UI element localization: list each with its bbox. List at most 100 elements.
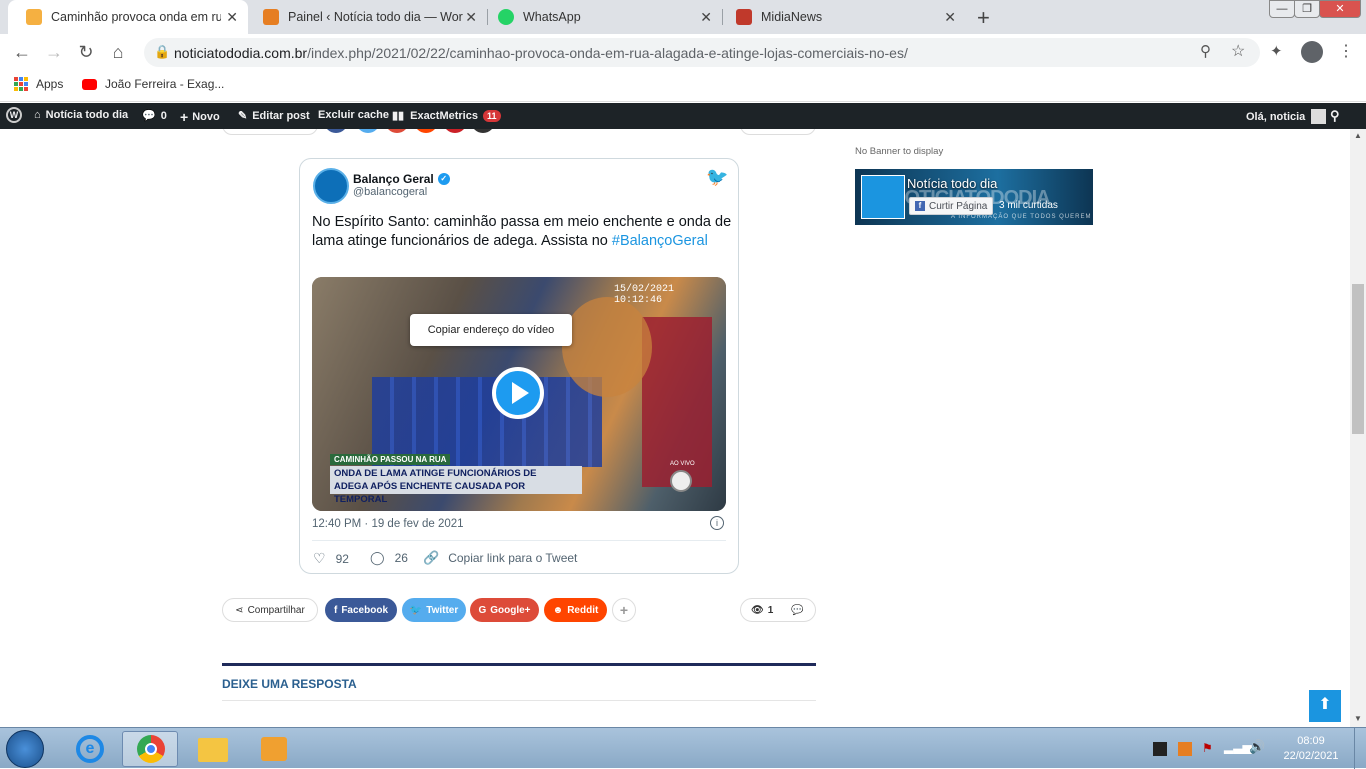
channel-logo bbox=[670, 470, 692, 492]
lock-icon: 🔒 bbox=[154, 44, 171, 59]
back-icon[interactable]: ← bbox=[10, 41, 34, 63]
tab-whatsapp[interactable]: WhatsApp ✕ bbox=[480, 0, 722, 34]
live-label: AO VIVO bbox=[670, 461, 695, 467]
show-desktop-button[interactable] bbox=[1354, 728, 1366, 769]
close-window-button[interactable]: ✕ bbox=[1319, 0, 1361, 18]
page-scrollbar[interactable]: ▲ ▼ bbox=[1350, 129, 1366, 727]
reply-heading: DEIXE UMA RESPOSTA bbox=[222, 677, 357, 691]
reply-action[interactable]: ◯ 26 bbox=[370, 550, 408, 566]
wordpress-logo-icon[interactable]: W bbox=[6, 107, 22, 123]
close-tab-icon[interactable]: ✕ bbox=[465, 9, 477, 26]
share-icon: ⋖ bbox=[235, 604, 244, 616]
zoom-icon[interactable]: ⚲ bbox=[1200, 42, 1211, 60]
url-text[interactable]: noticiatododia.com.br/index.php/2021/02/… bbox=[174, 45, 908, 61]
bookmark-joao[interactable]: João Ferreira - Exag... bbox=[82, 77, 224, 91]
home-icon[interactable]: ⌂ bbox=[106, 41, 130, 63]
address-bar[interactable]: 🔒 noticiatododia.com.br/index.php/2021/0… bbox=[144, 38, 1260, 67]
forward-icon[interactable]: → bbox=[42, 41, 66, 63]
twitter-bird-icon[interactable]: 🐦 bbox=[706, 167, 728, 188]
close-tab-icon[interactable]: ✕ bbox=[700, 9, 712, 26]
facebook-page-widget[interactable]: NOTICIATODODIA A INFORMAÇÃO QUE TODOS QU… bbox=[855, 169, 1093, 225]
author-avatar[interactable] bbox=[313, 168, 349, 204]
google-label: Google+ bbox=[490, 604, 531, 616]
volume-icon[interactable]: 🔊 bbox=[1249, 739, 1265, 755]
tab-title: MidiaNews bbox=[761, 10, 823, 24]
reddit-share-button[interactable]: ☻ Reddit bbox=[544, 598, 607, 622]
back-to-top-button[interactable]: ⬆ bbox=[1309, 690, 1341, 722]
bookmark-star-icon[interactable]: ☆ bbox=[1231, 41, 1245, 61]
search-icon[interactable]: ⚲ bbox=[1330, 108, 1340, 124]
wp-edit-post[interactable]: ✎ Editar post bbox=[238, 109, 310, 123]
media-player-icon[interactable] bbox=[245, 731, 301, 767]
minimize-button[interactable]: — bbox=[1269, 0, 1295, 18]
plus-icon: + bbox=[180, 109, 189, 125]
email-round-icon[interactable] bbox=[471, 129, 495, 133]
facebook-share-button[interactable]: f Facebook bbox=[325, 598, 397, 622]
author-name-row[interactable]: Balanço Geral ✓ bbox=[353, 172, 450, 186]
network-signal-icon[interactable]: ▂▃▅ bbox=[1224, 740, 1252, 754]
wp-site-name[interactable]: ⌂ Notícia todo dia bbox=[34, 109, 128, 121]
site-favicon-icon bbox=[26, 9, 42, 25]
edit-label: Editar post bbox=[252, 109, 310, 122]
embedded-tweet[interactable]: Balanço Geral ✓ @balancogeral 🐦 No Espír… bbox=[299, 158, 739, 574]
extensions-icon[interactable]: ✦ bbox=[1270, 42, 1283, 60]
fb-page-name[interactable]: Notícia todo dia bbox=[907, 176, 997, 191]
chrome-icon[interactable] bbox=[122, 731, 178, 767]
twitter-share-button[interactable]: 🐦 Twitter bbox=[402, 598, 466, 622]
play-button[interactable] bbox=[492, 367, 544, 419]
wp-comments[interactable]: 💬 0 bbox=[142, 109, 167, 123]
share-button[interactable]: ⋖ Compartilhar bbox=[222, 598, 318, 622]
tab-painel[interactable]: Painel ‹ Notícia todo dia — Word ✕ bbox=[245, 0, 487, 34]
tweet-video[interactable]: 15/02/2021 10:12:46 Copiar endereço do v… bbox=[312, 277, 726, 511]
tab-caminhao[interactable]: Caminhão provoca onda em rua ✕ bbox=[8, 0, 248, 34]
copy-link-action[interactable]: 🔗 Copiar link para o Tweet bbox=[423, 550, 577, 566]
close-tab-icon[interactable]: ✕ bbox=[226, 9, 238, 26]
scrollbar-thumb[interactable] bbox=[1352, 284, 1364, 434]
scroll-down-icon[interactable]: ▼ bbox=[1354, 714, 1362, 723]
apps-grid-icon bbox=[14, 77, 28, 91]
scroll-up-icon[interactable]: ▲ bbox=[1354, 131, 1362, 140]
views-comments-pill[interactable]: 👁 1 💬 bbox=[740, 598, 816, 622]
tweet-date[interactable]: 12:40 PM · 19 de fev de 2021 bbox=[312, 518, 464, 530]
tray-avast-icon[interactable] bbox=[1178, 742, 1192, 756]
file-explorer-icon[interactable] bbox=[185, 731, 241, 767]
reload-icon[interactable]: ↻ bbox=[74, 41, 98, 63]
info-icon[interactable]: i bbox=[710, 516, 724, 530]
system-clock[interactable]: 08:09 22/02/2021 bbox=[1282, 734, 1340, 764]
fb-like-page-button[interactable]: f Curtir Página bbox=[909, 197, 994, 215]
twitter-round-icon[interactable] bbox=[356, 129, 380, 133]
wp-new[interactable]: + Novo bbox=[180, 109, 220, 125]
tab-midianews[interactable]: MidiaNews ✕ bbox=[718, 0, 966, 34]
more-share-button[interactable]: + bbox=[612, 598, 636, 622]
google-round-icon[interactable] bbox=[385, 129, 409, 133]
wp-clear-cache[interactable]: Excluir cache bbox=[318, 109, 389, 121]
close-tab-icon[interactable]: ✕ bbox=[944, 9, 956, 26]
comments-count: 0 bbox=[160, 109, 167, 122]
share-pill-top[interactable] bbox=[222, 129, 318, 135]
tweet-divider bbox=[312, 540, 726, 541]
reply-divider bbox=[222, 700, 816, 701]
tab-strip: Caminhão provoca onda em rua ✕ Painel ‹ … bbox=[0, 0, 1366, 34]
pinterest-round-icon[interactable] bbox=[443, 129, 467, 133]
tweet-hashtag[interactable]: #BalançoGeral bbox=[612, 233, 708, 249]
fb-like-label: Curtir Página bbox=[929, 200, 988, 212]
wp-exactmetrics[interactable]: ▮▮ ExactMetrics 11 bbox=[392, 109, 501, 122]
menu-icon[interactable]: ⋮ bbox=[1338, 41, 1354, 61]
page-content: Balanço Geral ✓ @balancogeral 🐦 No Espír… bbox=[0, 129, 1350, 727]
copy-video-address-tooltip[interactable]: Copiar endereço do vídeo bbox=[410, 314, 572, 346]
google-share-button[interactable]: G Google+ bbox=[470, 598, 539, 622]
like-action[interactable]: ♡ 92 bbox=[313, 550, 349, 567]
new-tab-button[interactable]: + bbox=[977, 5, 990, 31]
wp-account[interactable]: Olá, noticia bbox=[1246, 109, 1327, 124]
restore-button[interactable]: ❐ bbox=[1294, 0, 1320, 18]
tweet-handle[interactable]: @balancogeral bbox=[353, 186, 427, 198]
facebook-round-icon[interactable] bbox=[324, 129, 348, 133]
tray-security-icon[interactable]: ⚑ bbox=[1202, 741, 1213, 755]
bookmark-apps[interactable]: Apps bbox=[14, 77, 63, 91]
tray-app-icon[interactable] bbox=[1153, 742, 1167, 756]
wp-admin-bar: W ⌂ Notícia todo dia 💬 0 + Novo ✎ Editar pos… bbox=[0, 103, 1366, 129]
reddit-round-icon[interactable] bbox=[414, 129, 438, 133]
start-button[interactable] bbox=[6, 730, 44, 768]
profile-avatar[interactable] bbox=[1301, 41, 1323, 63]
internet-explorer-icon[interactable]: e bbox=[62, 731, 118, 767]
